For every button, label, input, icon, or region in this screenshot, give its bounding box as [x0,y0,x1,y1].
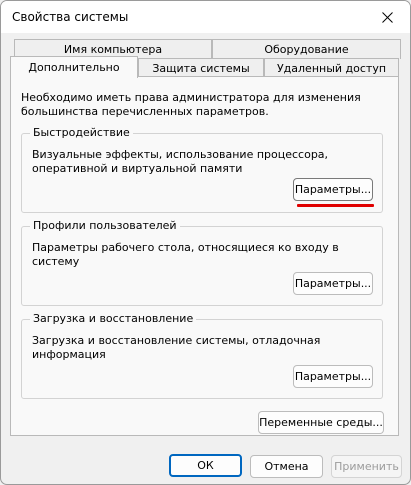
startup-recovery-group-title: Загрузка и восстановление [30,312,197,326]
apply-button[interactable]: Применить [331,455,402,478]
performance-description: Визуальные эффекты, использование процес… [32,148,329,175]
tab-remote-access[interactable]: Удаленный доступ [264,58,399,78]
close-icon [381,11,393,23]
startup-recovery-settings-button[interactable]: Параметры... [293,365,373,388]
ok-button[interactable]: ОК [169,454,242,477]
title-bar[interactable]: Свойства системы [1,1,410,33]
highlight-underline [297,204,374,207]
tab-hardware[interactable]: Оборудование [212,39,401,59]
user-profiles-description: Параметры рабочего стола, относящиеся ко… [32,241,339,268]
user-profiles-settings-button[interactable]: Параметры... [293,272,373,295]
cancel-button[interactable]: Отмена [250,455,323,478]
tab-system-protection[interactable]: Защита системы [138,58,264,78]
performance-group-title: Быстродействие [30,126,133,140]
tab-advanced[interactable]: Дополнительно [10,56,138,78]
performance-group: Быстродействие Визуальные эффекты, испол… [21,126,383,213]
user-profiles-group-title: Профили пользователей [30,219,180,233]
close-button[interactable] [364,1,410,33]
window-title: Свойства системы [12,10,129,24]
startup-recovery-description: Загрузка и восстановление системы, отлад… [32,334,321,361]
admin-rights-notice: Необходимо иметь права администратора дл… [21,91,361,118]
performance-settings-button[interactable]: Параметры... [293,178,373,201]
environment-variables-button[interactable]: Переменные среды... [258,411,384,434]
